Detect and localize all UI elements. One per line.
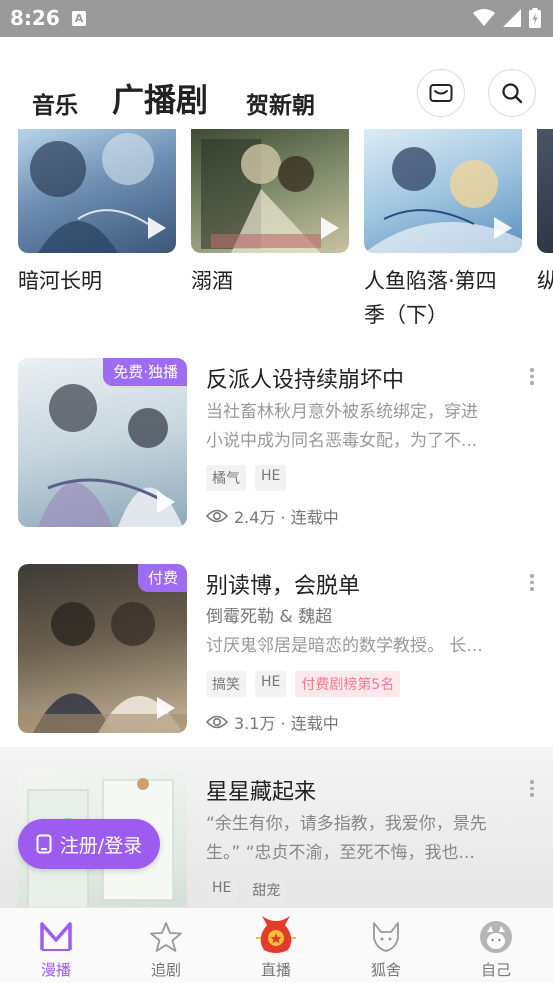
play-icon xyxy=(321,217,339,239)
tab-me[interactable]: 自己 xyxy=(441,908,551,983)
view-count: 3.1万 · 连载中 xyxy=(234,714,339,733)
search-icon xyxy=(502,83,523,104)
card-title-line: 季（下） xyxy=(364,303,448,327)
carousel-card[interactable]: 暗河长明 xyxy=(18,129,176,298)
tag-list: 橘气 HE xyxy=(206,465,287,491)
eye-icon xyxy=(206,509,228,523)
carousel-card[interactable]: 溺酒 xyxy=(191,129,349,298)
tag: 搞笑 xyxy=(206,671,246,697)
top-header: 音乐 广播剧 贺新朝 xyxy=(0,37,553,129)
card-title: 人鱼陷落·第四 季（下） xyxy=(364,264,522,332)
tab-follow[interactable]: 追剧 xyxy=(111,908,221,983)
tab-manbo[interactable]: 漫播 xyxy=(1,908,111,983)
phone-icon xyxy=(36,834,52,854)
item-stats: 2.4万 · 连载中 xyxy=(206,504,339,528)
notification-icon: A xyxy=(72,11,86,26)
play-icon xyxy=(157,697,175,719)
status-badge: 免费·独播 xyxy=(103,358,187,386)
search-button[interactable] xyxy=(488,69,536,117)
eye-icon xyxy=(206,715,228,729)
tab-label: 漫播 xyxy=(40,961,71,979)
item-desc: “余生有你，请多指教，我爱你，景先 生。” “忠贞不渝，至死不悔，我也... xyxy=(206,810,506,868)
carousel-cover xyxy=(537,129,553,253)
play-icon xyxy=(494,217,512,239)
status-time: 8:26 xyxy=(10,6,60,30)
item-title: 反派人设持续崩坏中 xyxy=(206,368,405,393)
card-title: 溺酒 xyxy=(191,269,233,293)
tag: HE xyxy=(206,877,238,903)
desc-line: 小说中成为同名恶毒女配，为了不... xyxy=(206,431,478,451)
carousel-card[interactable]: 人鱼陷落·第四 季（下） xyxy=(364,129,522,332)
tag: 橘气 xyxy=(206,465,246,491)
list-cover: 付费 xyxy=(18,564,187,733)
tab-new-year[interactable]: 贺新朝 xyxy=(246,86,315,120)
item-title: 别读博，会脱单 xyxy=(206,574,361,599)
status-badge: 付费 xyxy=(137,564,187,592)
mail-icon xyxy=(429,84,453,102)
battery-icon xyxy=(529,8,541,28)
avatar-icon xyxy=(480,921,512,953)
carousel-cover xyxy=(364,129,522,253)
desc-line: 讨厌鬼邻居是暗恋的数学教授。 长... xyxy=(206,636,483,656)
tab-label: 追剧 xyxy=(150,961,181,979)
tab-label: 狐舍 xyxy=(370,961,401,979)
play-icon xyxy=(148,217,166,239)
card-title: 暗河长明 xyxy=(18,269,102,293)
card-title-line: 人鱼陷落·第四 xyxy=(364,269,497,293)
tag-list: 搞笑 HE 付费剧榜第5名 xyxy=(206,671,401,697)
system-icons xyxy=(473,8,541,28)
tag: HE xyxy=(255,465,287,491)
carousel-cover xyxy=(191,129,349,253)
desc-line: 生。” “忠贞不渝，至死不悔，我也... xyxy=(206,843,475,863)
tag: 甜宠 xyxy=(246,877,287,903)
register-label: 注册/登录 xyxy=(59,834,143,857)
desc-line: “余生有你，请多指教，我爱你，景先 xyxy=(206,814,487,834)
carousel-card[interactable]: 纵 xyxy=(537,129,553,298)
play-icon xyxy=(157,491,175,513)
item-title: 星星藏起来 xyxy=(206,780,317,805)
list-item[interactable]: 免费·独播 反派人设持续崩坏中 当社畜林秋月意外被系统绑定，穿进 小说中成为同名… xyxy=(0,358,553,564)
tag: HE xyxy=(255,671,287,697)
more-options-icon[interactable] xyxy=(524,780,540,800)
item-desc: 讨厌鬼邻居是暗恋的数学教授。 长... xyxy=(206,632,506,661)
more-options-icon[interactable] xyxy=(524,574,540,594)
tab-fox-house[interactable]: 狐舍 xyxy=(331,908,441,983)
star-icon xyxy=(150,922,182,952)
lucky-bag-icon xyxy=(256,916,296,953)
status-bar: 8:26 A xyxy=(0,0,553,37)
content-scroll[interactable]: 暗河长明 溺酒 人鱼陷落·第四 季（下） 纵 免费·独播 反派人设持续崩坏中 当… xyxy=(0,129,553,907)
bottom-tab-bar: 漫播 追剧 直播 狐舍 自己 xyxy=(0,907,553,983)
desc-line: 当社畜林秋月意外被系统绑定，穿进 xyxy=(206,402,478,422)
list-cover: 免费·独播 xyxy=(18,358,187,527)
item-desc: 当社畜林秋月意外被系统绑定，穿进 小说中成为同名恶毒女配，为了不... xyxy=(206,398,506,456)
tab-label: 直播 xyxy=(260,961,291,979)
fox-icon xyxy=(373,922,399,952)
more-options-icon[interactable] xyxy=(524,368,540,388)
signal-icon xyxy=(503,9,521,27)
mail-button[interactable] xyxy=(417,69,465,117)
list-item[interactable]: 付费 别读博，会脱单 倒霉死勒 & 魏超 讨厌鬼邻居是暗恋的数学教授。 长...… xyxy=(0,564,553,770)
rank-tag[interactable]: 付费剧榜第5名 xyxy=(295,671,401,697)
card-title: 纵 xyxy=(537,269,553,293)
item-author: 倒霉死勒 & 魏超 xyxy=(206,607,333,627)
tab-live[interactable]: 直播 xyxy=(221,908,331,983)
tab-label: 自己 xyxy=(480,961,511,979)
wifi-icon xyxy=(473,9,495,26)
item-stats: 3.1万 · 连载中 xyxy=(206,710,339,734)
m-logo-icon xyxy=(40,922,72,951)
carousel-cover xyxy=(18,129,176,253)
tab-radio-drama[interactable]: 广播剧 xyxy=(112,75,208,121)
tag-list: HE 甜宠 xyxy=(206,877,287,903)
tab-music[interactable]: 音乐 xyxy=(32,86,78,120)
register-login-button[interactable]: 注册/登录 xyxy=(18,819,160,869)
view-count: 2.4万 · 连载中 xyxy=(234,508,339,527)
